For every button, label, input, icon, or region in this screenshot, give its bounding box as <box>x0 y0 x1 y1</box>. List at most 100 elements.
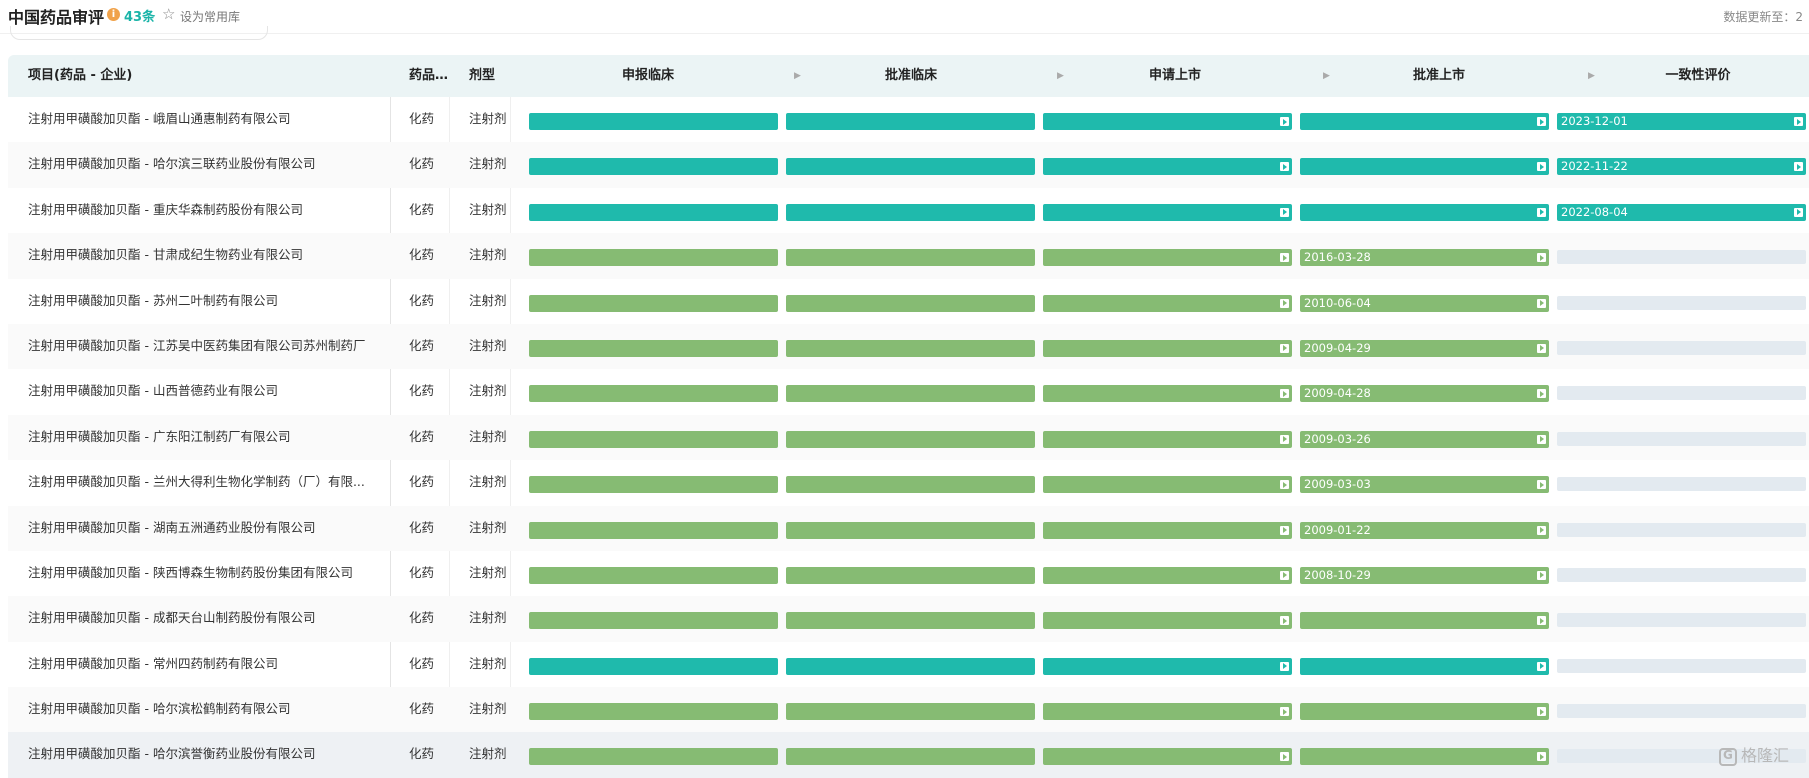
play-arrow-icon[interactable] <box>1280 526 1289 535</box>
info-icon[interactable]: i <box>107 8 120 21</box>
project-name-cell[interactable]: 注射用甲磺酸加贝酯 - 苏州二叶制药有限公司 <box>28 279 378 323</box>
play-arrow-icon[interactable] <box>1537 435 1546 444</box>
stage-bar-4[interactable] <box>1300 703 1549 720</box>
play-arrow-icon[interactable] <box>1280 707 1289 716</box>
stage-bar-4[interactable] <box>1300 113 1549 130</box>
stage-bar-2[interactable] <box>786 431 1035 448</box>
play-arrow-icon[interactable] <box>1537 707 1546 716</box>
play-arrow-icon[interactable] <box>1280 344 1289 353</box>
play-arrow-icon[interactable] <box>1280 752 1289 761</box>
stage-bar-4[interactable]: 2010-06-04 <box>1300 295 1549 312</box>
stage-bar-4[interactable]: 2009-01-22 <box>1300 522 1549 539</box>
stage-bar-2[interactable] <box>786 385 1035 402</box>
stage-bar-2[interactable] <box>786 522 1035 539</box>
stage-bar-1[interactable] <box>529 340 778 357</box>
table-row[interactable]: 注射用甲磺酸加贝酯 - 陕西博森生物制药股份集团有限公司化药注射剂2008-10… <box>8 551 1809 596</box>
play-arrow-icon[interactable] <box>1537 208 1546 217</box>
play-arrow-icon[interactable] <box>1794 117 1803 126</box>
table-row[interactable]: 注射用甲磺酸加贝酯 - 江苏吴中医药集团有限公司苏州制药厂化药注射剂2009-0… <box>8 324 1809 369</box>
stage-bar-3[interactable] <box>1043 113 1292 130</box>
table-row[interactable]: 注射用甲磺酸加贝酯 - 兰州大得利生物化学制药（厂）有限...化药注射剂2009… <box>8 460 1809 505</box>
stage-bar-3[interactable] <box>1043 385 1292 402</box>
play-arrow-icon[interactable] <box>1280 389 1289 398</box>
column-header-drug-type[interactable]: 药品类型 <box>409 55 449 97</box>
table-row[interactable]: 注射用甲磺酸加贝酯 - 成都天台山制药股份有限公司化药注射剂 <box>8 596 1809 641</box>
star-icon[interactable]: ☆ <box>162 6 175 22</box>
play-arrow-icon[interactable] <box>1537 480 1546 489</box>
table-row[interactable]: 注射用甲磺酸加贝酯 - 峨眉山通惠制药有限公司化药注射剂2023-12-01 <box>8 97 1809 142</box>
column-header-stage-4[interactable]: 批准上市 <box>1314 55 1564 97</box>
stage-bar-3[interactable] <box>1043 658 1292 675</box>
stage-bar-3[interactable] <box>1043 158 1292 175</box>
project-name-cell[interactable]: 注射用甲磺酸加贝酯 - 峨眉山通惠制药有限公司 <box>28 97 378 141</box>
play-arrow-icon[interactable] <box>1280 662 1289 671</box>
stage-bar-3[interactable] <box>1043 612 1292 629</box>
stage-bar-4[interactable]: 2009-04-29 <box>1300 340 1549 357</box>
table-row[interactable]: 注射用甲磺酸加贝酯 - 广东阳江制药厂有限公司化药注射剂2009-03-26 <box>8 415 1809 460</box>
project-name-cell[interactable]: 注射用甲磺酸加贝酯 - 哈尔滨三联药业股份有限公司 <box>28 142 378 186</box>
stage-bar-2[interactable] <box>786 204 1035 221</box>
stage-bar-2[interactable] <box>786 476 1035 493</box>
stage-bar-1[interactable] <box>529 295 778 312</box>
stage-bar-2[interactable] <box>786 158 1035 175</box>
stage-bar-4[interactable]: 2009-03-26 <box>1300 431 1549 448</box>
play-arrow-icon[interactable] <box>1537 344 1546 353</box>
project-name-cell[interactable]: 注射用甲磺酸加贝酯 - 哈尔滨誉衡药业股份有限公司 <box>28 732 378 776</box>
stage-bar-4[interactable] <box>1300 748 1549 765</box>
stage-bar-4[interactable]: 2009-04-28 <box>1300 385 1549 402</box>
play-arrow-icon[interactable] <box>1280 616 1289 625</box>
stage-bar-1[interactable] <box>529 113 778 130</box>
stage-bar-3[interactable] <box>1043 567 1292 584</box>
play-arrow-icon[interactable] <box>1794 208 1803 217</box>
column-header-dosage-form[interactable]: 剂型 <box>469 55 495 97</box>
stage-bar-2[interactable] <box>786 748 1035 765</box>
table-row[interactable]: 注射用甲磺酸加贝酯 - 哈尔滨松鹤制药有限公司化药注射剂 <box>8 687 1809 732</box>
stage-bar-1[interactable] <box>529 431 778 448</box>
stage-bar-4[interactable] <box>1300 658 1549 675</box>
column-header-stage-3[interactable]: 申请上市 <box>1050 55 1300 97</box>
stage-bar-2[interactable] <box>786 612 1035 629</box>
table-row[interactable]: 注射用甲磺酸加贝酯 - 苏州二叶制药有限公司化药注射剂2010-06-04 <box>8 279 1809 324</box>
stage-bar-1[interactable] <box>529 476 778 493</box>
project-name-cell[interactable]: 注射用甲磺酸加贝酯 - 山西普德药业有限公司 <box>28 369 378 413</box>
play-arrow-icon[interactable] <box>1537 162 1546 171</box>
stage-bar-1[interactable] <box>529 385 778 402</box>
table-row[interactable]: 注射用甲磺酸加贝酯 - 常州四药制药有限公司化药注射剂 <box>8 642 1809 687</box>
project-name-cell[interactable]: 注射用甲磺酸加贝酯 - 兰州大得利生物化学制药（厂）有限... <box>28 460 378 504</box>
play-arrow-icon[interactable] <box>1280 571 1289 580</box>
play-arrow-icon[interactable] <box>1794 162 1803 171</box>
stage-bar-3[interactable] <box>1043 476 1292 493</box>
column-header-stage-5[interactable]: 一致性评价 <box>1573 55 1809 97</box>
stage-bar-1[interactable] <box>529 204 778 221</box>
play-arrow-icon[interactable] <box>1537 253 1546 262</box>
stage-bar-5[interactable]: 2022-08-04 <box>1557 204 1806 221</box>
stage-bar-4[interactable]: 2008-10-29 <box>1300 567 1549 584</box>
stage-bar-4[interactable] <box>1300 158 1549 175</box>
stage-bar-3[interactable] <box>1043 204 1292 221</box>
play-arrow-icon[interactable] <box>1280 162 1289 171</box>
stage-bar-4[interactable] <box>1300 204 1549 221</box>
stage-bar-2[interactable] <box>786 703 1035 720</box>
stage-bar-3[interactable] <box>1043 703 1292 720</box>
stage-bar-1[interactable] <box>529 703 778 720</box>
stage-bar-1[interactable] <box>529 158 778 175</box>
column-header-project[interactable]: 项目(药品 - 企业) <box>28 55 132 97</box>
stage-bar-3[interactable] <box>1043 340 1292 357</box>
table-row[interactable]: 注射用甲磺酸加贝酯 - 湖南五洲通药业股份有限公司化药注射剂2009-01-22 <box>8 506 1809 551</box>
stage-bar-2[interactable] <box>786 113 1035 130</box>
project-name-cell[interactable]: 注射用甲磺酸加贝酯 - 湖南五洲通药业股份有限公司 <box>28 506 378 550</box>
play-arrow-icon[interactable] <box>1280 480 1289 489</box>
stage-bar-1[interactable] <box>529 249 778 266</box>
table-row[interactable]: 注射用甲磺酸加贝酯 - 哈尔滨誉衡药业股份有限公司化药注射剂 <box>8 732 1809 777</box>
stage-bar-2[interactable] <box>786 658 1035 675</box>
stage-bar-4[interactable]: 2016-03-28 <box>1300 249 1549 266</box>
play-arrow-icon[interactable] <box>1537 752 1546 761</box>
play-arrow-icon[interactable] <box>1537 616 1546 625</box>
play-arrow-icon[interactable] <box>1537 117 1546 126</box>
table-row[interactable]: 注射用甲磺酸加贝酯 - 重庆华森制药股份有限公司化药注射剂2022-08-04 <box>8 188 1809 233</box>
play-arrow-icon[interactable] <box>1280 117 1289 126</box>
stage-bar-1[interactable] <box>529 522 778 539</box>
play-arrow-icon[interactable] <box>1537 299 1546 308</box>
stage-bar-2[interactable] <box>786 295 1035 312</box>
play-arrow-icon[interactable] <box>1537 389 1546 398</box>
